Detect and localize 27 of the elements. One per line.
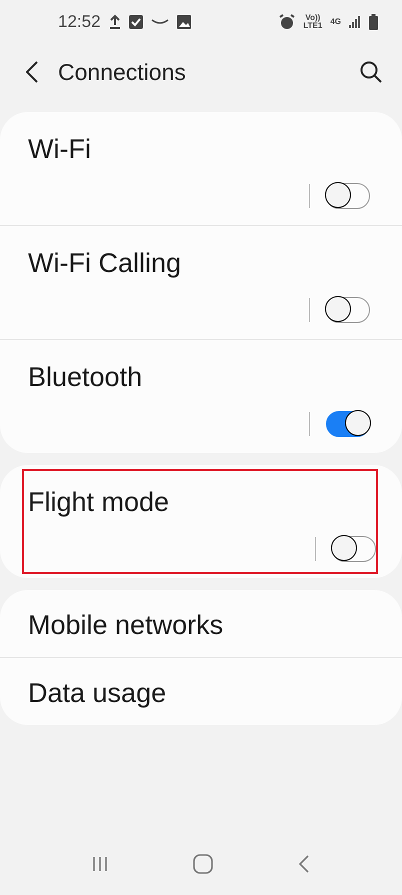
back-nav-button[interactable] xyxy=(298,855,310,873)
battery-icon xyxy=(369,14,378,30)
setting-label[interactable]: Flight mode xyxy=(28,487,380,518)
setting-label[interactable]: Bluetooth xyxy=(28,362,374,393)
signal-icon xyxy=(349,15,361,29)
recent-apps-button[interactable] xyxy=(92,856,108,872)
search-button[interactable] xyxy=(360,61,382,83)
checkbox-icon xyxy=(128,15,143,29)
volte-label: Vo)) xyxy=(305,14,320,22)
alarm-icon xyxy=(279,14,296,30)
toggle-switch[interactable] xyxy=(326,411,370,437)
setting-label[interactable]: Data usage xyxy=(28,678,374,709)
toggle-switch[interactable] xyxy=(326,183,370,209)
network-label: 4G xyxy=(330,18,341,26)
smile-icon xyxy=(150,18,169,26)
lte-label: LTE1 xyxy=(303,22,322,30)
toggle-switch[interactable] xyxy=(332,536,376,562)
upload-icon xyxy=(108,14,121,30)
back-button[interactable] xyxy=(26,61,38,83)
setting-label[interactable]: Wi‑Fi xyxy=(28,134,374,165)
page-title: Connections xyxy=(58,58,187,86)
toggle-switch[interactable] xyxy=(326,297,370,323)
home-button[interactable] xyxy=(192,854,213,874)
status-time: 12:52 xyxy=(58,12,101,32)
image-icon xyxy=(176,15,191,29)
setting-label[interactable]: Mobile networks xyxy=(28,610,374,641)
setting-label[interactable]: Wi‑Fi Calling xyxy=(28,248,374,279)
